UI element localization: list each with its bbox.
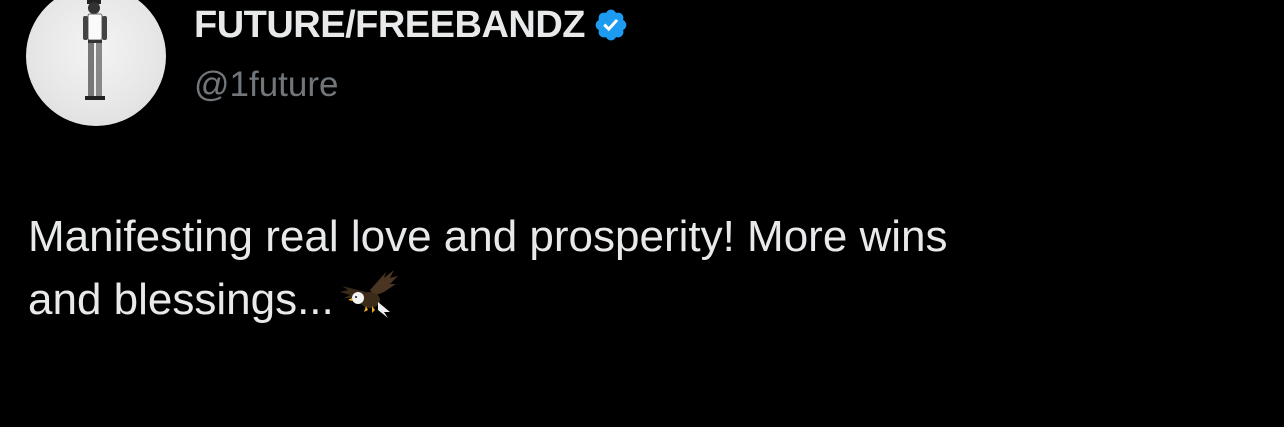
person-avatar-icon	[83, 0, 107, 100]
avatar[interactable]	[26, 0, 166, 126]
eagle-icon	[339, 270, 398, 318]
tweet-text-line-2: and blessings...	[28, 275, 334, 324]
tweet: FUTURE/FREEBANDZ @1future Manifesting re…	[0, 0, 1284, 427]
tweet-header: FUTURE/FREEBANDZ @1future	[194, 0, 629, 110]
tweet-text-line-1: Manifesting real love and prosperity! Mo…	[28, 212, 948, 261]
tweet-text: Manifesting real love and prosperity! Mo…	[28, 206, 1228, 331]
display-name[interactable]: FUTURE/FREEBANDZ	[194, 0, 585, 50]
author-handle[interactable]: @1future	[194, 60, 629, 110]
author-name-row[interactable]: FUTURE/FREEBANDZ	[194, 0, 629, 50]
verified-badge-icon	[595, 9, 627, 41]
